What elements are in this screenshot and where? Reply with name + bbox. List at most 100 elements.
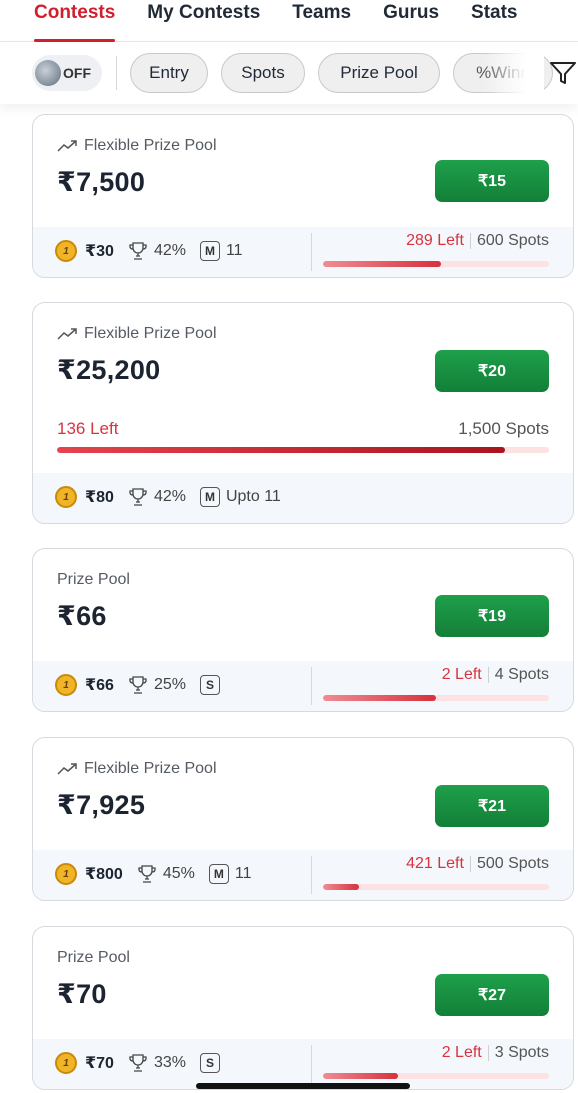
contest-stats: 1 ₹70 33% S [55,1052,226,1074]
prize-amount: ₹66 [57,601,107,631]
spots-progress-fill [57,447,505,453]
first-prize-medal-icon: 1 [55,1052,77,1074]
spots-progress-fill [323,261,441,267]
prize-amount: ₹70 [57,979,107,1009]
entry-fee-button[interactable]: ₹19 [435,595,549,637]
trend-up-icon [57,140,77,152]
trophy-icon [129,676,147,694]
card-footer: 1 ₹80 42% M Upto 11 [33,473,573,523]
entry-fee-button[interactable]: ₹20 [435,350,549,392]
first-prize: ₹800 [85,866,123,883]
first-prize: ₹80 [85,489,114,506]
max-entries: 11 [225,242,243,259]
contest-stats: 1 ₹800 45% M 11 [55,863,251,885]
entry-type-badge: S [199,675,220,695]
tab-teams[interactable]: Teams [292,0,351,42]
prize-pool-label: Flexible Prize Pool [57,137,217,155]
first-prize-medal-icon: 1 [55,240,77,262]
trend-up-icon [57,763,77,775]
top-tabs: Contests My Contests Teams Gurus Stats [0,0,578,42]
spots-progress-fill [323,1073,398,1079]
toggle-label: OFF [63,65,91,81]
filter-funnel-icon[interactable] [548,58,578,88]
card-footer: 1 ₹800 45% M 11 421 Left 500 Spots [33,850,573,900]
contest-card[interactable]: Prize Pool ₹66 ₹19 1 ₹66 25% S 2 Left 4 … [32,548,574,712]
contest-stats: 1 ₹66 25% S [55,674,226,696]
max-entries: Upto 11 [225,488,281,505]
trophy-icon [129,1054,147,1072]
filter-chip-prize-pool[interactable]: Prize Pool [318,53,440,93]
first-prize-medal-icon: 1 [55,674,77,696]
total-spots: 600 Spots [476,232,549,249]
spots-progress-fill [323,884,360,890]
contest-card[interactable]: Flexible Prize Pool ₹25,200 ₹20 136 Left… [32,302,574,524]
trophy-icon [129,488,147,506]
tab-stats[interactable]: Stats [471,0,517,42]
spots-progress-bar [323,884,549,890]
filter-chip-spots[interactable]: Spots [221,53,305,93]
spots-progress-bar [323,1073,549,1079]
filter-bar: OFF Entry Spots Prize Pool %Winn [0,42,578,104]
prize-amount: ₹25,200 [57,355,161,385]
spots-info: 2 Left 4 Spots [442,666,549,684]
spots-left: 136 Left [57,419,119,438]
spots-left: 2 Left [441,1044,482,1061]
filter-chip-entry[interactable]: Entry [130,53,208,93]
card-footer: 1 ₹70 33% S 2 Left 3 Spots [33,1039,573,1089]
spots-progress-bar [57,447,549,453]
contest-stats: 1 ₹30 42% M 11 [55,240,243,262]
prize-pool-label: Flexible Prize Pool [57,325,217,343]
max-entries: 11 [234,865,252,882]
winners-percent: 42% [153,488,186,505]
home-indicator[interactable] [196,1083,410,1089]
first-prize: ₹66 [85,677,114,694]
entry-fee-button[interactable]: ₹21 [435,785,549,827]
first-prize: ₹70 [85,1055,114,1072]
winners-percent: 25% [153,676,186,693]
entry-type-badge: M [208,864,229,884]
first-prize-medal-icon: 1 [55,486,77,508]
entry-type-badge: M [199,487,220,507]
entry-fee-button[interactable]: ₹27 [435,974,549,1016]
spots-left: 289 Left [406,232,464,249]
prize-pool-label: Prize Pool [57,949,130,966]
prize-amount: ₹7,500 [57,167,146,197]
contest-card[interactable]: Flexible Prize Pool ₹7,925 ₹21 1 ₹800 45… [32,737,574,901]
prize-pool-label: Flexible Prize Pool [57,760,217,778]
entry-fee-button[interactable]: ₹15 [435,160,549,202]
footer-divider [311,1045,312,1083]
contest-stats: 1 ₹80 42% M Upto 11 [55,486,281,508]
trend-up-icon [57,328,77,340]
filter-divider [116,56,117,90]
first-prize-medal-icon: 1 [55,863,77,885]
spots-left: 2 Left [441,666,482,683]
contest-card[interactable]: Flexible Prize Pool ₹7,500 ₹15 1 ₹30 42%… [32,114,574,278]
spots-info: 2 Left 3 Spots [442,1044,549,1062]
card-footer: 1 ₹30 42% M 11 289 Left 600 Spots [33,227,573,277]
tab-gurus[interactable]: Gurus [383,0,439,42]
footer-divider [311,667,312,705]
card-footer: 1 ₹66 25% S 2 Left 4 Spots [33,661,573,711]
contest-card[interactable]: Prize Pool ₹70 ₹27 1 ₹70 33% S 2 Left 3 … [32,926,574,1090]
trophy-icon [129,242,147,260]
footer-divider [311,233,312,271]
winners-percent: 33% [153,1054,186,1071]
total-spots: 4 Spots [494,666,549,683]
first-prize: ₹30 [85,243,114,260]
tab-my-contests[interactable]: My Contests [147,0,260,42]
prize-pool-label: Prize Pool [57,571,130,588]
guaranteed-toggle[interactable]: OFF [32,55,102,91]
trophy-icon [138,865,156,883]
tab-contests[interactable]: Contests [34,0,116,42]
winners-percent: 45% [162,865,195,882]
filter-fade [484,42,544,104]
total-spots: 500 Spots [476,855,549,872]
spots-progress-bar [323,261,549,267]
spots-info: 289 Left 600 Spots [406,232,549,250]
footer-divider [311,856,312,894]
total-spots: 1,500 Spots [458,419,549,438]
spots-info: 421 Left 500 Spots [406,855,549,873]
toggle-knob-icon [35,60,61,86]
spots-progress-bar [323,695,549,701]
spots-progress-fill [323,695,436,701]
